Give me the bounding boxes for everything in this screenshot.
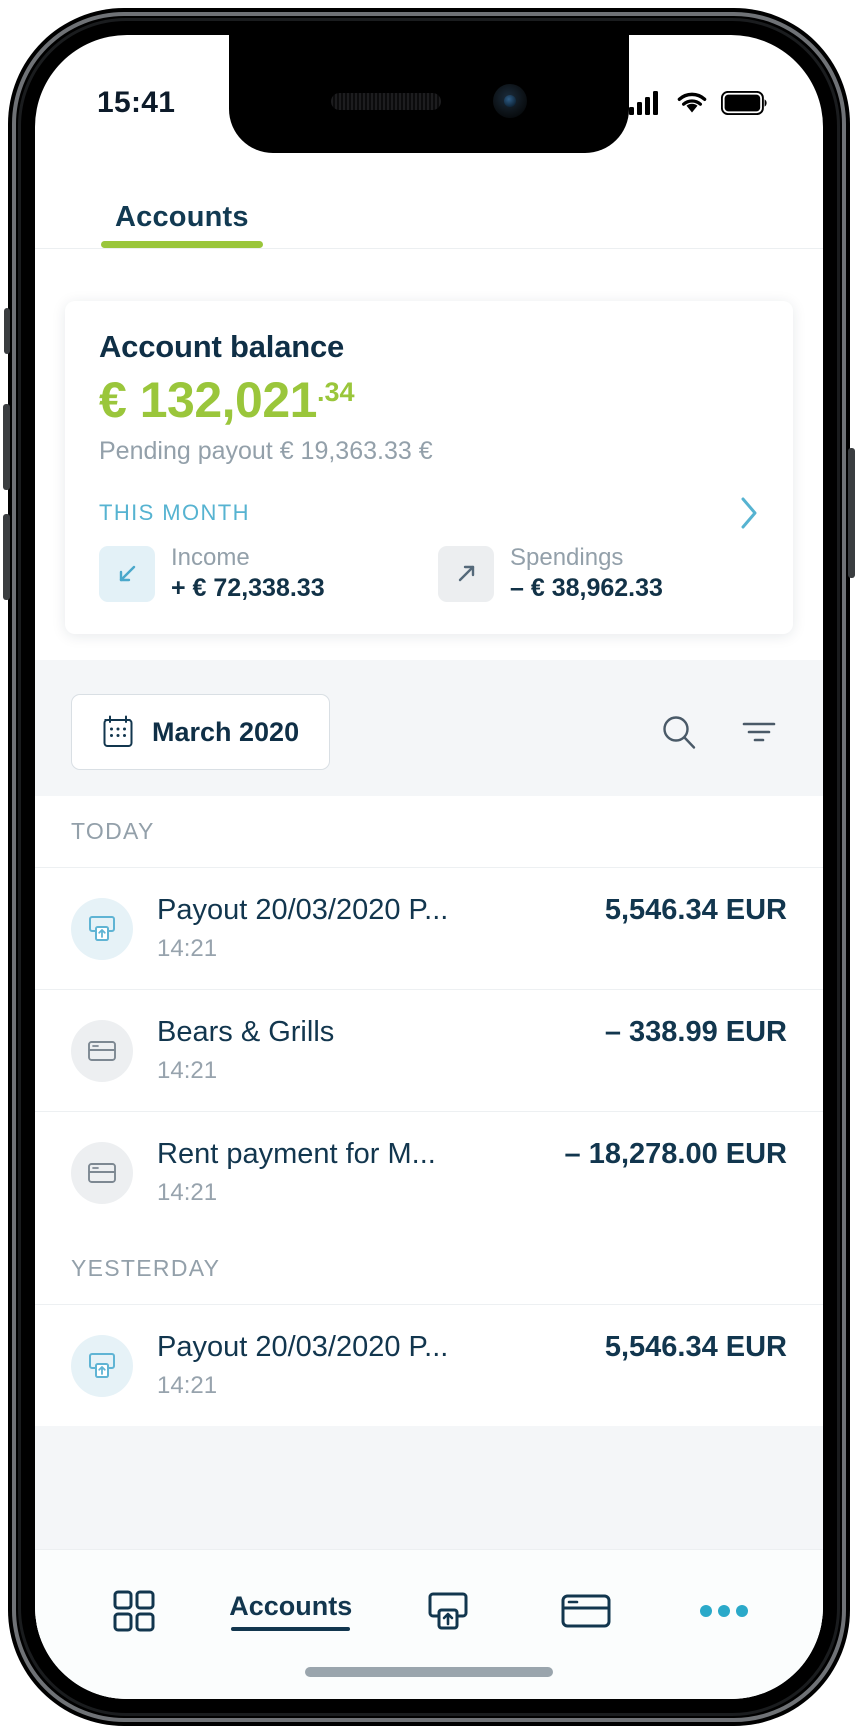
- transaction-amount: – 18,278.00 EUR: [564, 1138, 787, 1171]
- transaction-body: Payout 20/03/2020 P... 5,546.34 EUR 14:21: [157, 1331, 787, 1400]
- dashboard-grid-icon: [113, 1590, 155, 1631]
- phone-frame: 15:41 Accounts Account balance € 132,021…: [3, 8, 855, 1726]
- balance-amount: € 132,021: [99, 372, 317, 428]
- tab-accounts[interactable]: Accounts: [101, 201, 263, 248]
- card-icon: [71, 1019, 133, 1082]
- transaction-group-header: YESTERDAY: [35, 1233, 823, 1305]
- transaction-time: 14:21: [157, 1179, 218, 1207]
- transaction-group-header: TODAY: [35, 796, 823, 868]
- metric-spendings[interactable]: Spendings – € 38,962.33: [438, 544, 759, 604]
- transaction-main-line: Bears & Grills – 338.99 EUR: [157, 1016, 787, 1049]
- status-time: 15:41: [97, 86, 176, 119]
- earpiece-speaker: [331, 92, 441, 110]
- transaction-title: Payout 20/03/2020 P...: [157, 894, 449, 927]
- cellular-signal-icon: [629, 91, 658, 115]
- volume-down-button[interactable]: [3, 514, 10, 600]
- arrow-up-right-icon: [438, 546, 494, 603]
- transaction-row[interactable]: Bears & Grills – 338.99 EUR 14:21: [35, 989, 823, 1112]
- home-indicator[interactable]: [305, 1667, 553, 1677]
- metric-income-label: Income: [171, 544, 250, 571]
- filter-icon[interactable]: [741, 716, 777, 748]
- month-selector-button[interactable]: March 2020: [71, 694, 331, 771]
- transaction-body: Rent payment for M... – 18,278.00 EUR 14:2…: [157, 1138, 787, 1207]
- chevron-right-icon[interactable]: [739, 496, 759, 530]
- this-month-label: THIS MONTH: [99, 500, 250, 525]
- bottom-tab-accounts[interactable]: Accounts: [229, 1591, 352, 1631]
- metrics-row: Income + € 72,338.33 Spendings – € 38,96…: [99, 544, 759, 604]
- notch: [229, 35, 629, 153]
- arrow-down-left-icon: [99, 546, 155, 603]
- transaction-row[interactable]: Payout 20/03/2020 P... 5,546.34 EUR 14:21: [35, 1304, 823, 1427]
- more-dots-icon: [699, 1604, 748, 1617]
- transaction-time: 14:21: [157, 935, 218, 963]
- balance-card-section: Account balance € 132,021 .34 Pending pa…: [35, 249, 823, 661]
- balance-card-title: Account balance: [99, 329, 345, 364]
- bottom-tab-payouts[interactable]: [405, 1586, 491, 1636]
- payout-icon: [428, 1592, 467, 1629]
- this-month-row[interactable]: THIS MONTH: [99, 496, 759, 530]
- metric-income-value: + € 72,338.33: [171, 573, 325, 602]
- metric-income[interactable]: Income + € 72,338.33: [99, 544, 420, 604]
- wifi-icon: [677, 92, 707, 113]
- transaction-time: 14:21: [157, 1372, 218, 1400]
- card-icon: [561, 1594, 611, 1627]
- balance-amount-row: € 132,021 .34: [99, 375, 759, 425]
- phone-screen: 15:41 Accounts Account balance € 132,021…: [35, 35, 823, 1699]
- payout-icon: [71, 897, 133, 960]
- main-content: Account balance € 132,021 .34 Pending pa…: [35, 249, 823, 1699]
- account-balance-card[interactable]: Account balance € 132,021 .34 Pending pa…: [65, 301, 793, 635]
- transaction-amount: 5,546.34 EUR: [604, 894, 787, 927]
- payout-icon: [71, 1334, 133, 1397]
- pending-payout-text: Pending payout € 19,363.33 €: [99, 437, 433, 465]
- search-icon[interactable]: [659, 712, 699, 752]
- balance-amount-cents: .34: [316, 377, 355, 407]
- transaction-row[interactable]: Payout 20/03/2020 P... 5,546.34 EUR 14:21: [35, 867, 823, 990]
- bottom-tab-more[interactable]: [681, 1601, 767, 1621]
- transaction-title: Rent payment for M...: [157, 1138, 436, 1171]
- transaction-title: Bears & Grills: [157, 1016, 335, 1049]
- transaction-body: Bears & Grills – 338.99 EUR 14:21: [157, 1016, 787, 1085]
- month-selector-label: March 2020: [152, 716, 300, 747]
- transaction-title: Payout 20/03/2020 P...: [157, 1331, 449, 1364]
- transaction-amount: – 338.99 EUR: [604, 1016, 787, 1049]
- bottom-tab-accounts-label: Accounts: [229, 1591, 352, 1631]
- volume-up-button[interactable]: [3, 404, 10, 490]
- filter-actions: [659, 712, 787, 752]
- front-camera: [493, 84, 527, 118]
- transaction-list: TODAY Payout 20/03/2020 P... 5,546.34 EUR 1…: [35, 796, 823, 1427]
- filter-row: March 2020: [35, 660, 823, 797]
- status-icons: [629, 91, 767, 115]
- transaction-main-line: Payout 20/03/2020 P... 5,546.34 EUR: [157, 1331, 787, 1364]
- top-tab-bar: Accounts: [35, 153, 823, 249]
- metric-spendings-label: Spendings: [510, 544, 624, 571]
- bottom-tab-cards[interactable]: [543, 1589, 629, 1633]
- transaction-main-line: Payout 20/03/2020 P... 5,546.34 EUR: [157, 894, 787, 927]
- bottom-tab-dashboard[interactable]: [91, 1586, 177, 1636]
- silent-switch[interactable]: [4, 308, 10, 354]
- metric-spendings-value: – € 38,962.33: [510, 573, 663, 602]
- transaction-row[interactable]: Rent payment for M... – 18,278.00 EUR 14:2…: [35, 1111, 823, 1234]
- card-icon: [71, 1141, 133, 1204]
- power-button[interactable]: [848, 448, 855, 578]
- transaction-body: Payout 20/03/2020 P... 5,546.34 EUR 14:21: [157, 894, 787, 963]
- transaction-amount: 5,546.34 EUR: [604, 1331, 787, 1364]
- transaction-time: 14:21: [157, 1057, 218, 1085]
- transaction-main-line: Rent payment for M... – 18,278.00 EUR: [157, 1138, 787, 1171]
- calendar-icon: [103, 715, 133, 748]
- battery-icon: [721, 91, 767, 115]
